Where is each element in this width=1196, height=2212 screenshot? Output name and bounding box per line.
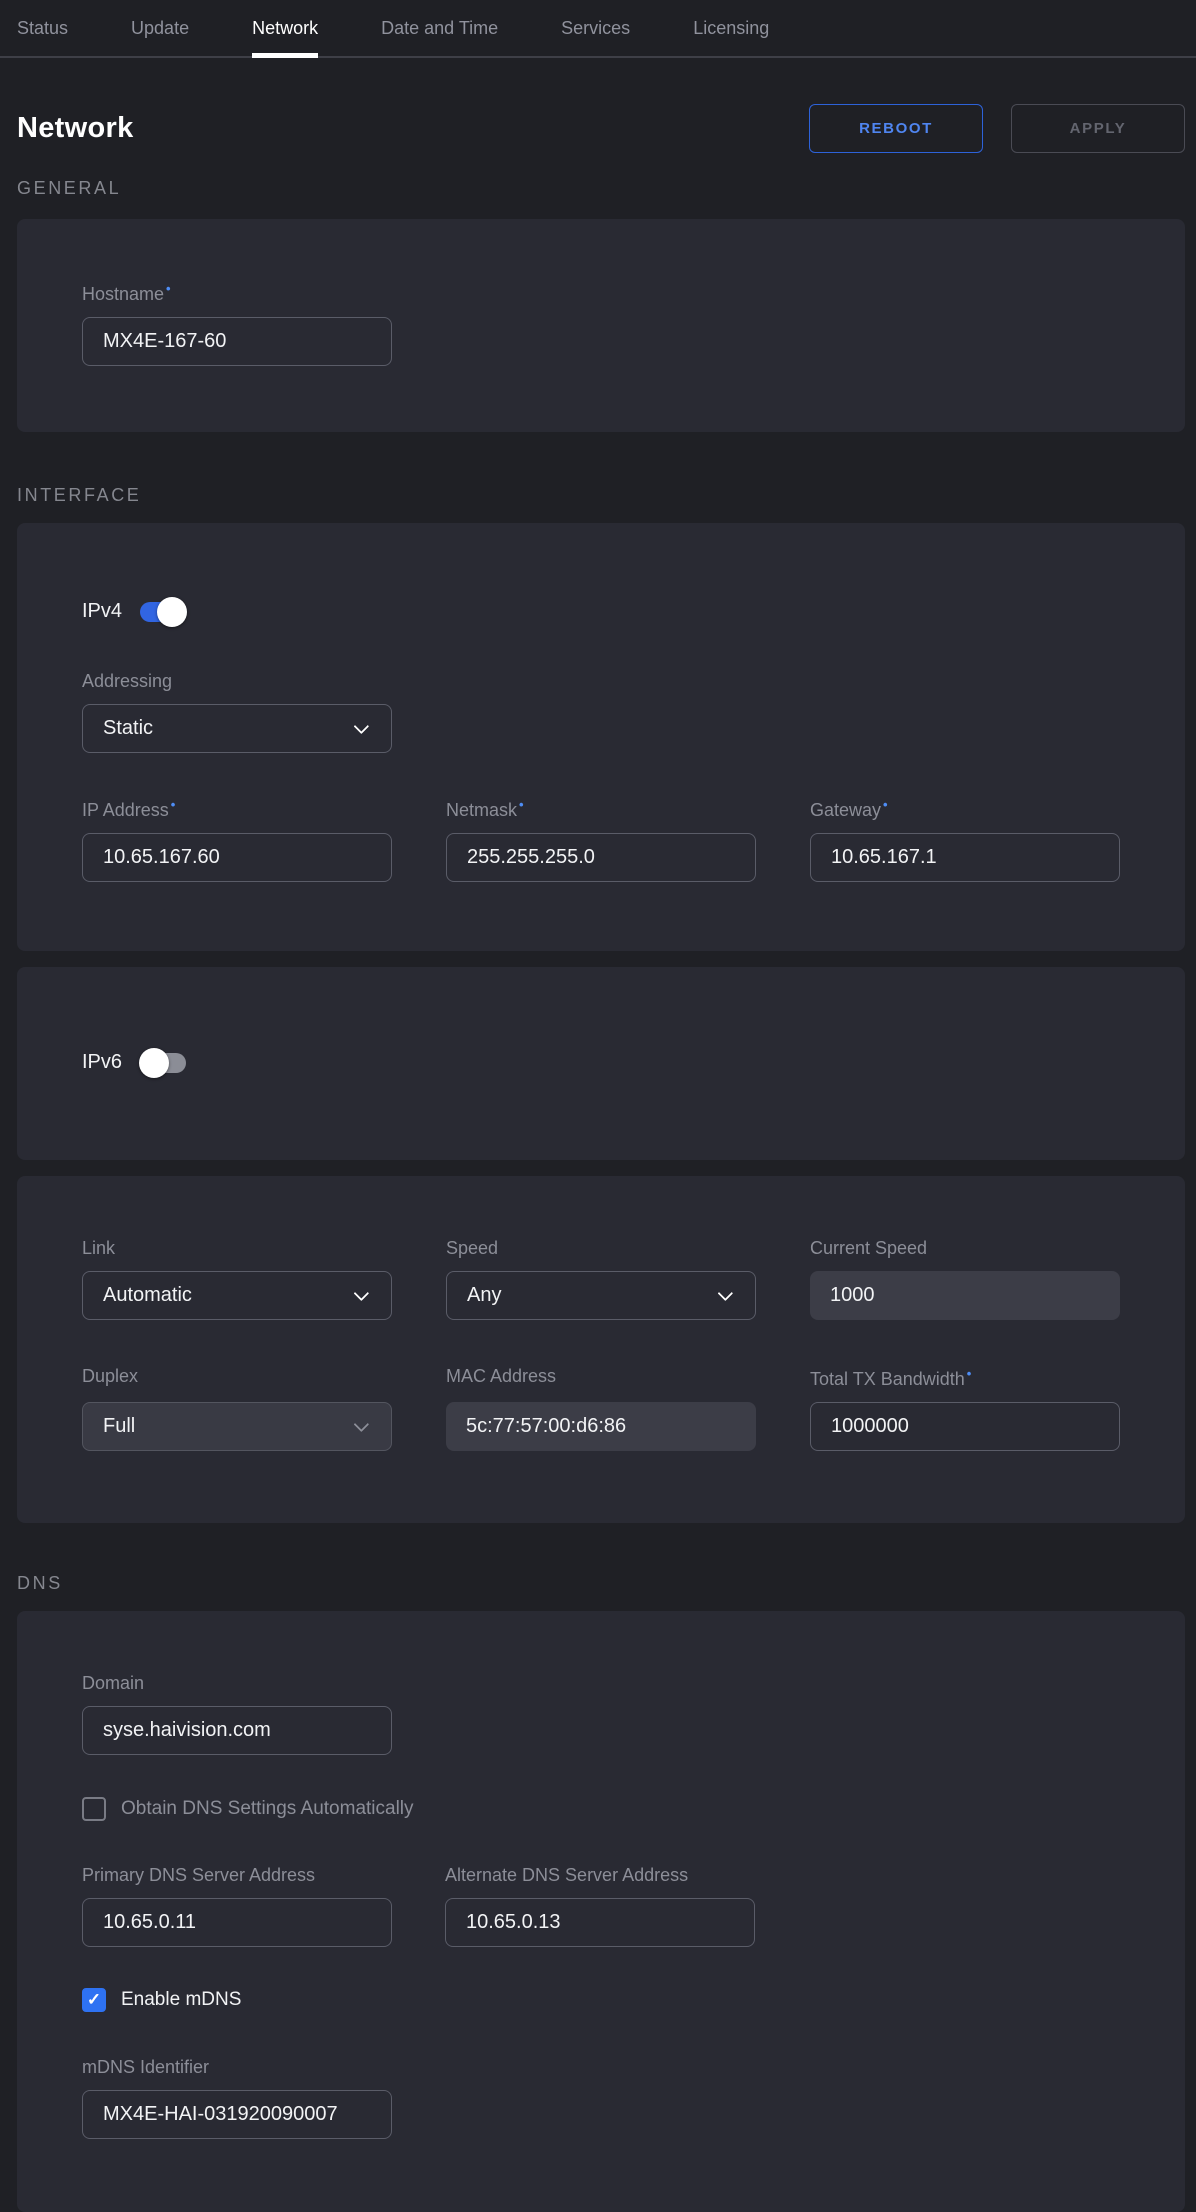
speed-label: Speed <box>446 1238 756 1259</box>
check-icon: ✓ <box>87 1990 101 2010</box>
general-card: Hostname• <box>17 219 1185 432</box>
total-tx-bandwidth-input[interactable] <box>810 1402 1120 1451</box>
mac-address-label: MAC Address <box>446 1366 756 1390</box>
ipv6-card: IPv6 <box>17 967 1185 1160</box>
primary-dns-label: Primary DNS Server Address <box>82 1865 392 1886</box>
required-marker: • <box>166 281 171 296</box>
obtain-dns-auto-checkbox-row[interactable]: Obtain DNS Settings Automatically <box>82 1797 1121 1821</box>
chevron-down-icon <box>354 1286 370 1302</box>
toggle-knob <box>157 597 187 627</box>
tab-licensing[interactable]: Licensing <box>693 0 769 56</box>
required-marker: • <box>883 797 888 812</box>
obtain-dns-auto-label: Obtain DNS Settings Automatically <box>121 1798 414 1820</box>
enable-mdns-label: Enable mDNS <box>121 1989 241 2011</box>
duplex-select: Full <box>82 1402 392 1451</box>
addressing-select[interactable]: Static <box>82 704 392 753</box>
speed-value: Any <box>467 1284 501 1307</box>
addressing-label: Addressing <box>82 671 1121 692</box>
interface-section-heading: INTERFACE <box>17 485 1185 506</box>
page-title: Network <box>17 112 134 145</box>
link-settings-card: Link Speed Current Speed Automatic Any D… <box>17 1176 1185 1523</box>
required-marker: • <box>967 1366 972 1381</box>
dns-card: Domain Obtain DNS Settings Automatically… <box>17 1611 1185 2212</box>
apply-button[interactable]: APPLY <box>1011 104 1185 153</box>
toggle-knob <box>139 1048 169 1078</box>
reboot-button[interactable]: REBOOT <box>809 104 983 153</box>
speed-select[interactable]: Any <box>446 1271 756 1320</box>
current-speed-field <box>810 1271 1120 1320</box>
ipv4-card: IPv4 Addressing Static IP Address• Netma… <box>17 523 1185 951</box>
ipv6-toggle[interactable] <box>140 1053 186 1073</box>
ipv4-toggle[interactable] <box>140 602 186 622</box>
required-marker: • <box>171 797 176 812</box>
duplex-value: Full <box>103 1415 135 1438</box>
hostname-label: Hostname• <box>82 281 1121 305</box>
gateway-label: Gateway• <box>810 797 1120 821</box>
total-tx-bandwidth-label: Total TX Bandwidth• <box>810 1366 1120 1390</box>
gateway-input[interactable] <box>810 833 1120 882</box>
mdns-identifier-input[interactable] <box>82 2090 392 2139</box>
duplex-label: Duplex <box>82 1366 392 1390</box>
chevron-down-icon <box>354 1417 370 1433</box>
tab-network[interactable]: Network <box>252 0 318 56</box>
tab-services[interactable]: Services <box>561 0 630 56</box>
tab-date-and-time[interactable]: Date and Time <box>381 0 498 56</box>
enable-mdns-checkbox-row[interactable]: ✓ Enable mDNS <box>82 1988 1121 2012</box>
ipv4-label: IPv4 <box>82 600 122 623</box>
ip-address-label: IP Address• <box>82 797 392 821</box>
mac-address-field <box>446 1402 756 1451</box>
tab-status[interactable]: Status <box>17 0 68 56</box>
netmask-label: Netmask• <box>446 797 756 821</box>
link-value: Automatic <box>103 1284 192 1307</box>
chevron-down-icon <box>354 719 370 735</box>
ipv6-label: IPv6 <box>82 1051 122 1074</box>
header-buttons: REBOOT APPLY <box>809 104 1185 153</box>
hostname-input[interactable] <box>82 317 392 366</box>
ip-address-input[interactable] <box>82 833 392 882</box>
alternate-dns-label: Alternate DNS Server Address <box>445 1865 755 1886</box>
alternate-dns-input[interactable] <box>445 1898 755 1947</box>
netmask-input[interactable] <box>446 833 756 882</box>
domain-label: Domain <box>82 1673 1121 1694</box>
link-select[interactable]: Automatic <box>82 1271 392 1320</box>
tab-update[interactable]: Update <box>131 0 189 56</box>
top-nav: Status Update Network Date and Time Serv… <box>0 0 1196 58</box>
current-speed-label: Current Speed <box>810 1238 1120 1259</box>
link-label: Link <box>82 1238 392 1259</box>
general-section-heading: GENERAL <box>17 178 1185 199</box>
chevron-down-icon <box>718 1286 734 1302</box>
page-header: Network REBOOT APPLY <box>0 104 1196 153</box>
domain-input[interactable] <box>82 1706 392 1755</box>
dns-section-heading: DNS <box>17 1573 1185 1594</box>
required-marker: • <box>519 797 524 812</box>
obtain-dns-auto-checkbox[interactable] <box>82 1797 106 1821</box>
enable-mdns-checkbox[interactable]: ✓ <box>82 1988 106 2012</box>
addressing-value: Static <box>103 717 153 740</box>
primary-dns-input[interactable] <box>82 1898 392 1947</box>
mdns-identifier-label: mDNS Identifier <box>82 2057 1121 2078</box>
